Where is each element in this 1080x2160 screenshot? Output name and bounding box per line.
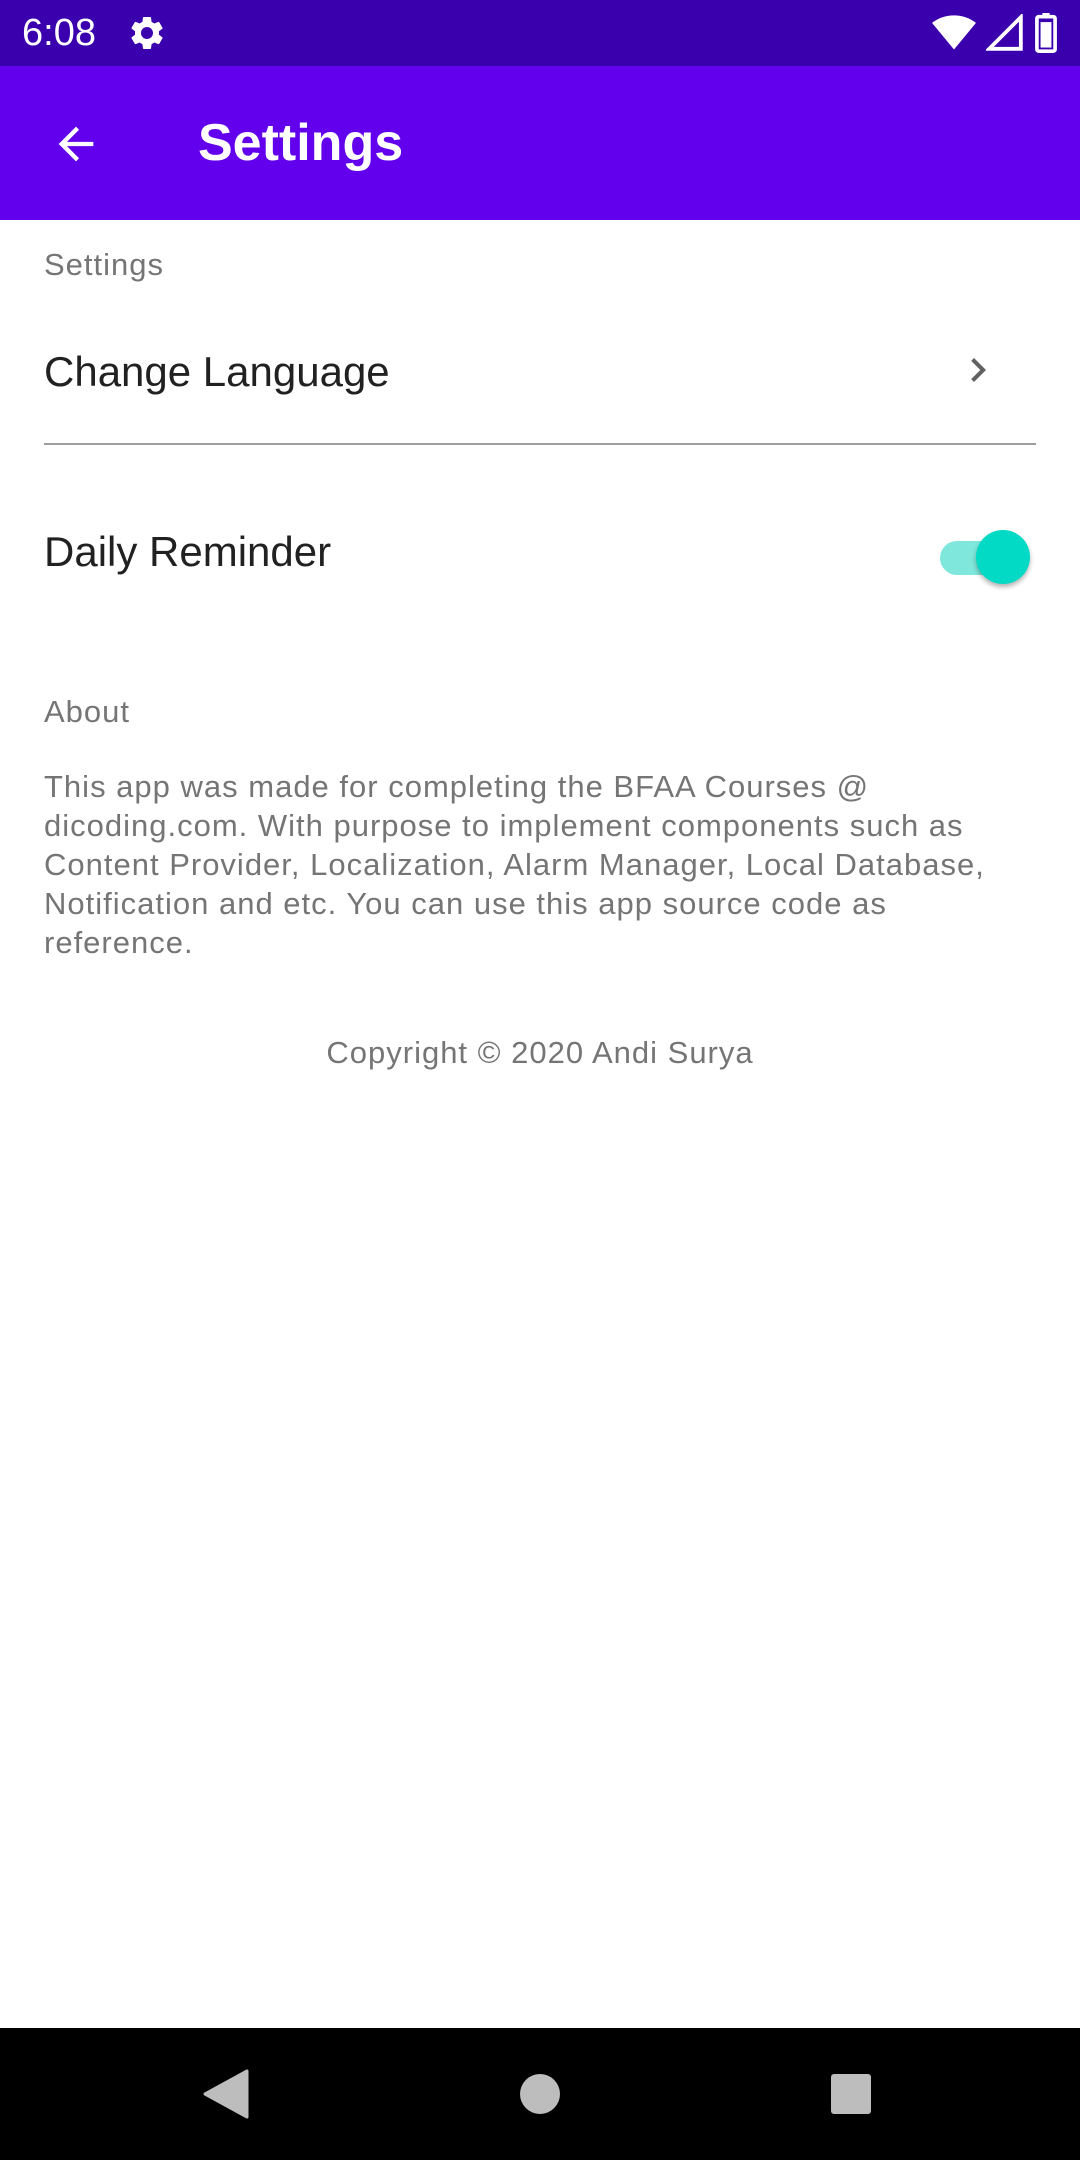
nav-recents-button[interactable] — [823, 2066, 879, 2122]
daily-reminder-switch[interactable] — [936, 527, 1030, 587]
settings-section-header: Settings — [44, 247, 165, 282]
settings-screen: 6:08 Settings Settings Change Language D… — [0, 0, 1080, 2160]
change-language-label: Change Language — [44, 348, 390, 395]
nav-home-button[interactable] — [512, 2066, 568, 2122]
battery-icon — [1035, 13, 1057, 53]
home-circle-icon — [520, 2074, 560, 2114]
page-title: Settings — [198, 114, 404, 172]
back-triangle-icon — [203, 2069, 249, 2119]
wifi-icon — [932, 15, 976, 50]
app-bar: Settings — [0, 66, 1080, 220]
recents-square-icon — [831, 2074, 871, 2114]
nav-back-button[interactable] — [198, 2066, 254, 2122]
status-bar: 6:08 — [0, 0, 1080, 66]
status-time: 6:08 — [22, 12, 96, 54]
status-icons — [932, 12, 1058, 54]
switch-thumb — [976, 530, 1030, 584]
daily-reminder-label: Daily Reminder — [44, 528, 332, 575]
signal-icon — [986, 14, 1023, 51]
about-section-header: About — [44, 694, 131, 729]
gear-icon — [131, 16, 163, 49]
back-button[interactable] — [44, 112, 108, 176]
copyright-text: Copyright © 2020 Andi Surya — [326, 1035, 754, 1070]
system-nav-bar — [0, 2028, 1080, 2160]
change-language-item[interactable]: Change Language — [0, 300, 1080, 442]
about-description: This app was made for completing the BFA… — [44, 769, 985, 960]
arrow-back-icon — [58, 126, 94, 162]
divider — [44, 443, 1036, 445]
chevron-right-icon — [971, 358, 986, 382]
